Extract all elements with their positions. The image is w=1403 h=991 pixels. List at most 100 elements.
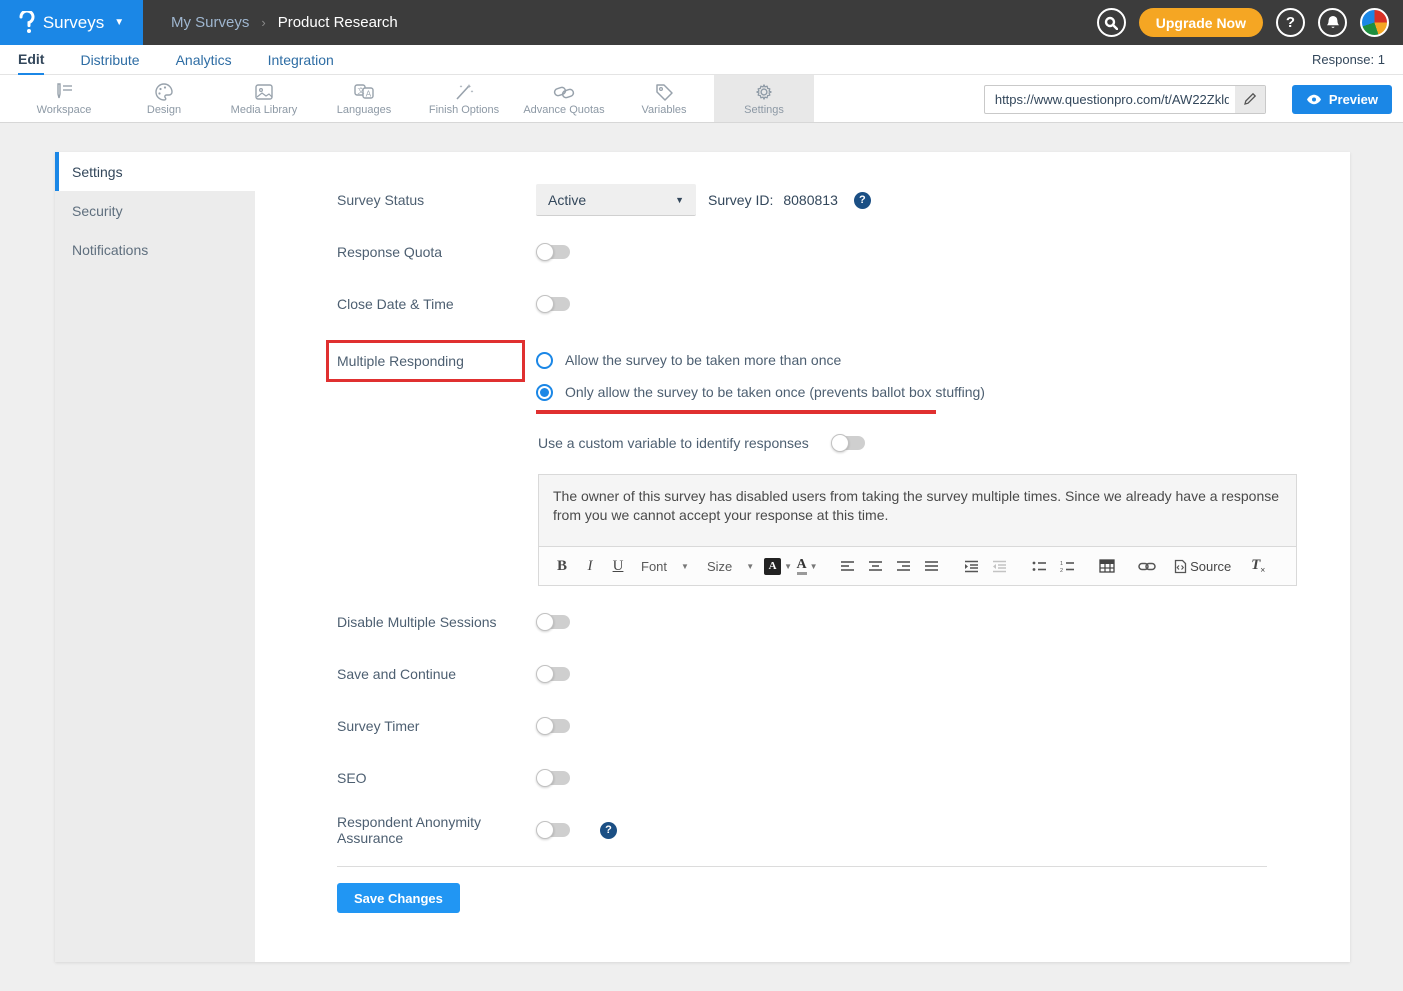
ribbon-item-media-library[interactable]: Media Library — [214, 75, 314, 122]
bold-button[interactable]: B — [549, 553, 575, 579]
respondent-anonymity-help-button[interactable]: ? — [600, 822, 617, 839]
survey-id-label: Survey ID: — [708, 192, 773, 208]
outdent-button[interactable] — [986, 553, 1012, 579]
seo-toggle[interactable] — [536, 771, 570, 785]
tab-edit[interactable]: Edit — [18, 45, 44, 75]
survey-status-value: Active — [548, 192, 586, 208]
design-palette-icon — [153, 82, 175, 102]
save-and-continue-toggle[interactable] — [536, 667, 570, 681]
survey-timer-toggle[interactable] — [536, 719, 570, 733]
sidebar-item-settings[interactable]: Settings — [55, 152, 255, 191]
save-and-continue-row: Save and Continue — [337, 658, 1297, 690]
editor-toolbar: B I U Font ▼ Size ▼ A ▼ A ▼ — [539, 546, 1296, 585]
indent-button[interactable] — [958, 553, 984, 579]
languages-icon: 文 A — [352, 82, 376, 102]
underline-button[interactable]: U — [605, 553, 631, 579]
svg-text:A: A — [366, 89, 372, 98]
help-icon: ? — [859, 194, 866, 206]
app-logo-surveys-menu[interactable]: Surveys ▼ — [0, 0, 143, 45]
close-date-row: Close Date & Time — [337, 288, 1297, 320]
align-left-button[interactable] — [834, 553, 860, 579]
survey-id-help-button[interactable]: ? — [854, 192, 871, 209]
remove-format-icon: T× — [1251, 557, 1265, 575]
avatar[interactable] — [1360, 8, 1389, 37]
numbered-list-button[interactable]: 12 — [1054, 553, 1080, 579]
svg-text:1: 1 — [1060, 561, 1063, 567]
survey-status-dropdown[interactable]: Active ▼ — [536, 184, 696, 216]
edit-ribbon: Workspace Design Media Library 文 A Langu… — [0, 75, 1403, 123]
ribbon-item-advance-quotas[interactable]: Advance Quotas — [514, 75, 614, 122]
response-count: Response: 1 — [1312, 52, 1385, 67]
source-button[interactable]: Source — [1174, 553, 1231, 579]
disable-multiple-sessions-row: Disable Multiple Sessions — [337, 606, 1297, 638]
close-date-toggle[interactable] — [536, 297, 570, 311]
custom-variable-row: Use a custom variable to identify respon… — [538, 435, 1297, 451]
preview-button[interactable]: Preview — [1292, 85, 1392, 114]
insert-link-button[interactable] — [1134, 553, 1160, 579]
seo-row: SEO — [337, 762, 1297, 794]
bulleted-list-button[interactable] — [1026, 553, 1052, 579]
align-center-button[interactable] — [862, 553, 888, 579]
radio-option-allow-multiple[interactable]: Allow the survey to be taken more than o… — [536, 344, 985, 376]
edit-url-button[interactable] — [1235, 86, 1265, 113]
insert-table-button[interactable] — [1094, 553, 1120, 579]
outdent-icon — [992, 560, 1007, 573]
breadcrumb-my-surveys[interactable]: My Surveys — [171, 14, 249, 31]
tab-analytics[interactable]: Analytics — [176, 45, 232, 75]
questionpro-logo-icon — [19, 11, 35, 35]
save-changes-button[interactable]: Save Changes — [337, 883, 460, 913]
chevron-down-icon: ▼ — [810, 562, 818, 571]
ribbon-item-finish-options[interactable]: Finish Options — [414, 75, 514, 122]
custom-variable-toggle[interactable] — [831, 436, 865, 450]
editor-text-area[interactable]: The owner of this survey has disabled us… — [539, 475, 1296, 546]
breadcrumb-current-survey: Product Research — [278, 14, 398, 31]
background-color-button[interactable]: A ▼ — [764, 553, 792, 579]
notifications-button[interactable] — [1318, 8, 1347, 37]
breadcrumb-separator: › — [261, 15, 265, 30]
respondent-anonymity-row: Respondent Anonymity Assurance ? — [337, 814, 1297, 846]
radio-option-only-once[interactable]: Only allow the survey to be taken once (… — [536, 376, 985, 408]
align-justify-button[interactable] — [918, 553, 944, 579]
annotation-red-underline — [536, 410, 936, 414]
search-button[interactable] — [1097, 8, 1126, 37]
respondent-anonymity-toggle[interactable] — [536, 823, 570, 837]
ribbon-item-workspace[interactable]: Workspace — [14, 75, 114, 122]
respondent-anonymity-label: Respondent Anonymity Assurance — [337, 814, 536, 846]
tab-distribute[interactable]: Distribute — [80, 45, 139, 75]
survey-url-input[interactable] — [985, 86, 1235, 113]
size-dropdown[interactable]: Size ▼ — [699, 553, 762, 579]
multiple-responding-label: Multiple Responding — [337, 353, 464, 369]
upgrade-now-button[interactable]: Upgrade Now — [1139, 8, 1263, 37]
background-color-icon: A — [764, 558, 781, 575]
help-icon: ? — [605, 824, 612, 836]
variables-tag-icon — [653, 82, 675, 102]
ribbon-item-design[interactable]: Design — [114, 75, 214, 122]
help-button[interactable]: ? — [1276, 8, 1305, 37]
media-library-icon — [253, 82, 275, 102]
response-quota-row: Response Quota — [337, 236, 1297, 268]
breadcrumb: My Surveys › Product Research — [171, 14, 398, 31]
bulleted-list-icon — [1032, 560, 1047, 573]
multiple-response-message-editor: The owner of this survey has disabled us… — [538, 474, 1297, 586]
tab-integration[interactable]: Integration — [268, 45, 334, 75]
ribbon-item-settings[interactable]: Settings — [714, 75, 814, 122]
settings-sidebar: Settings Security Notifications — [55, 152, 255, 962]
product-name: Surveys — [43, 13, 104, 33]
chevron-down-icon: ▼ — [784, 562, 792, 571]
align-center-icon — [868, 560, 883, 573]
ribbon-item-variables[interactable]: Variables — [614, 75, 714, 122]
radio-selected-icon — [536, 384, 553, 401]
survey-timer-row: Survey Timer — [337, 710, 1297, 742]
align-right-button[interactable] — [890, 553, 916, 579]
response-quota-toggle[interactable] — [536, 245, 570, 259]
sidebar-item-security[interactable]: Security — [55, 191, 255, 230]
svg-text:文: 文 — [358, 86, 365, 95]
disable-multiple-sessions-toggle[interactable] — [536, 615, 570, 629]
ribbon-item-languages[interactable]: 文 A Languages — [314, 75, 414, 122]
remove-format-button[interactable]: T× — [1245, 553, 1271, 579]
sidebar-item-notifications[interactable]: Notifications — [55, 230, 255, 269]
text-color-button[interactable]: A ▼ — [794, 553, 820, 579]
chevron-down-icon: ▼ — [681, 562, 689, 571]
font-dropdown[interactable]: Font ▼ — [633, 553, 697, 579]
italic-button[interactable]: I — [577, 553, 603, 579]
